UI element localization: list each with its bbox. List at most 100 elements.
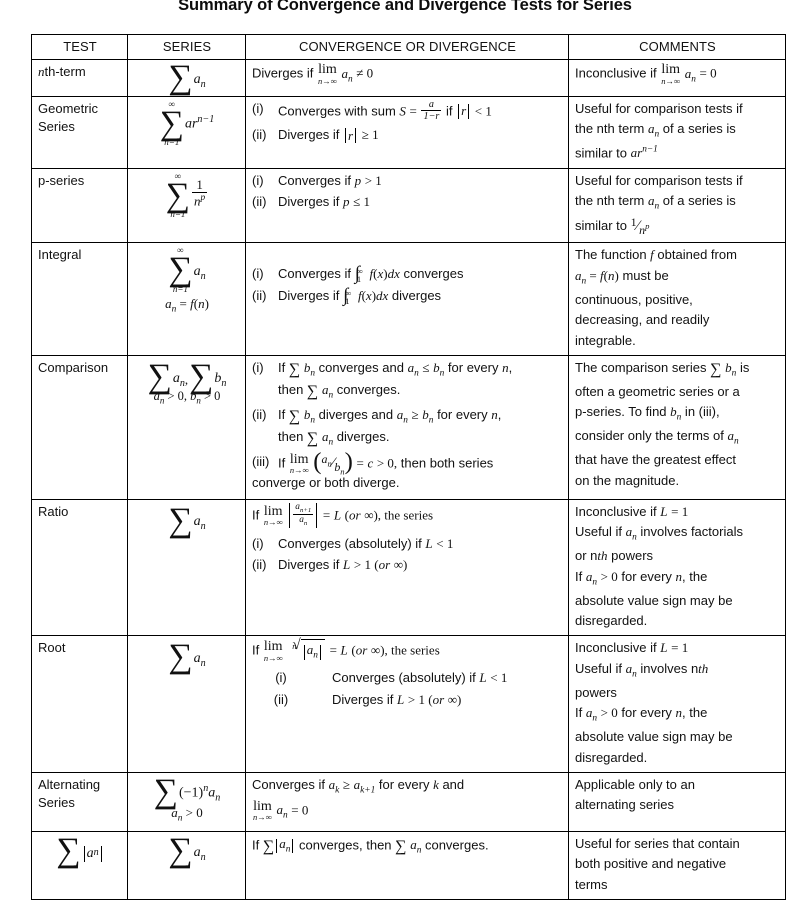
- item-label: (i): [252, 535, 264, 551]
- comments-absolute-convergence: Useful for series that contain both posi…: [568, 831, 786, 900]
- series-term: an: [172, 370, 185, 389]
- item-text: Converges with sum S = a 1−r if r < 1: [278, 98, 492, 123]
- comments-integral: The function f obtained from an = f(n) m…: [568, 242, 786, 357]
- comment-line: consider only the terms of an: [575, 428, 739, 447]
- table-row: p-series ∞ ∑ n=1 1 np (i) Converges if p…: [31, 167, 786, 244]
- sigma-icon: ∞ ∑ n=1: [168, 245, 193, 294]
- table-row: Alternating Series ∑ (−1)nan an > 0 Conv…: [31, 772, 786, 833]
- comment-line: alternating series: [575, 797, 674, 813]
- series-expression-p-series: ∞ ∑ n=1 1 np: [127, 167, 246, 244]
- comment-line: often a geometric series or a: [575, 383, 740, 399]
- test-name-comparison: Comparison: [31, 355, 128, 500]
- test-name-integral: Integral: [31, 242, 128, 357]
- item-label: (ii): [252, 194, 267, 210]
- statement-list: (i) Converges (absolutely) if L < 1 (ii)…: [252, 669, 563, 709]
- comment-line: The comparison series ∑ bn is: [575, 360, 750, 379]
- test-name-p-series: p-series: [31, 167, 128, 244]
- limit-operator: lim n→∞: [253, 798, 272, 823]
- summation-expression: ∞ ∑ n=1 an: [168, 246, 205, 293]
- comment-line: powers: [575, 684, 617, 700]
- sigma-icon: ∞ ∑ n=1: [159, 98, 184, 147]
- comment-line2b: of a series is: [662, 193, 736, 209]
- comment-line: p-series. To find bn in (iii),: [575, 404, 720, 423]
- comment-line: absolute value sign may be: [575, 592, 733, 608]
- summation-expression: ∑ an: [168, 61, 205, 95]
- series-term: bn: [214, 370, 227, 389]
- statement-line: lim n→∞ an = 0: [253, 798, 309, 823]
- comment-line2a: the nth term: [575, 193, 645, 209]
- comment-line: Useful for comparison tests if: [575, 172, 743, 188]
- convergence-p-series: (i) Converges if p > 1 (ii) Diverges if …: [245, 167, 569, 244]
- series-expression-geometric-series: ∞ ∑ n=1 arn−1: [127, 95, 246, 169]
- page-title: Summary of Convergence and Divergence Te…: [178, 0, 632, 14]
- item-text: Converges if p > 1: [278, 172, 382, 188]
- test-name-line2: Series: [38, 795, 75, 811]
- limit-operator: lim n→∞: [318, 62, 337, 86]
- slanted-fraction-1-over-n-p: 1⁄np: [630, 215, 650, 238]
- summation-expression: ∞ ∑ n=1 arn−1: [159, 98, 215, 147]
- convergence-geometric-series: (i) Converges with sum S = a 1−r if r < 1…: [245, 95, 569, 169]
- series-expression-root: ∑ an: [127, 635, 246, 774]
- table-header: TEST SERIES CONVERGENCE OR DIVERGENCE CO…: [31, 33, 786, 61]
- test-name-alternating-series: Alternating Series: [31, 772, 128, 833]
- series-term: an: [193, 844, 206, 863]
- series-expression-alternating-series: ∑ (−1)nan an > 0: [127, 772, 246, 833]
- comment-line: an = f(n) must be: [575, 267, 669, 287]
- table-row: Geometric Series ∞ ∑ n=1 arn−1 (i) Conve…: [31, 95, 786, 169]
- comment-line: continuous, positive,: [575, 291, 693, 307]
- summation-expression: ∑ an , ∑ bn: [147, 358, 227, 396]
- list-item: (iii) If lim n→∞ (an⁄bn) = c > 0, then bo…: [252, 447, 563, 493]
- limit-operator: lim n→∞: [289, 451, 309, 475]
- list-item: (i) Converges if p > 1: [252, 172, 563, 190]
- comment-line: similar to 1⁄np: [575, 215, 780, 238]
- limit-operator: lim n→∞: [263, 503, 283, 528]
- comment-line1a: The function: [575, 247, 647, 263]
- sigma-icon: ∑: [147, 358, 172, 396]
- comment-line3: similar to: [575, 145, 628, 161]
- convergence-integral: (i) Converges if ∫ ∞ 1 f(x)dx converges (i…: [245, 242, 569, 357]
- convergence-comparison: (i) If ∑ bn converges and an ≤ bn for ev…: [245, 355, 569, 500]
- statement-list: (i) If ∑ bn converges and an ≤ bn for ev…: [252, 359, 563, 493]
- sigma-icon: ∞ ∑ n=1: [165, 170, 191, 220]
- comment-line: that have the greatest effect: [575, 452, 736, 468]
- item-label: (ii): [252, 127, 267, 143]
- integral-symbol: ∫ ∞ 1: [343, 285, 352, 307]
- series-term: an: [193, 651, 206, 669]
- series-term: 1 np: [192, 176, 208, 209]
- item-label: (ii): [252, 288, 267, 304]
- statement-list: (i) Converges if p > 1 (ii) Diverges if …: [252, 172, 563, 212]
- item-text: If lim n→∞ (an⁄bn) = c > 0, then both ser…: [252, 447, 494, 491]
- item-text: If ∑ bn converges and an ≤ bn for every …: [278, 360, 513, 401]
- limit-operator: lim n→∞: [263, 639, 283, 663]
- series-expression-comparison: ∑ an , ∑ bn an > 0, bn > 0: [127, 355, 246, 500]
- comment-line: both positive and negative: [575, 856, 727, 872]
- comment-line: integrable.: [575, 332, 636, 348]
- test-name-line1: Alternating: [38, 777, 101, 793]
- summation-expression: ∑ an: [168, 503, 205, 537]
- series-expression-nth-term: ∑ an: [127, 59, 246, 97]
- summation-expression: ∞ ∑ n=1 1 np: [165, 170, 208, 220]
- comment-line: the nth term an of a series is: [575, 121, 736, 140]
- column-header-comments: COMMENTS: [568, 33, 786, 61]
- comment-line: on the magnitude.: [575, 472, 680, 488]
- comment-line: Applicable only to an: [575, 777, 695, 793]
- item-text: Diverges if p ≤ 1: [278, 194, 371, 210]
- statement-line: Diverges if lim n→∞ an ≠ 0: [252, 63, 563, 86]
- test-name-root: Root: [31, 635, 128, 774]
- list-item: (i) Converges (absolutely) if L < 1: [252, 535, 563, 553]
- list-item: (ii) Diverges if p ≤ 1: [252, 193, 563, 211]
- item-text: Diverges if r ≥ 1: [278, 127, 379, 144]
- summation-expression: ∑ an: [168, 833, 206, 867]
- conv-lead-text: Diverges if: [252, 65, 314, 81]
- item-text: Diverges if L > 1 (or ∞): [278, 557, 408, 573]
- statement-line: Converges if ak ≥ ak+1 for every k and: [252, 777, 465, 796]
- test-name-nth-term: nth-term: [31, 59, 128, 97]
- convergence-tests-table: TEST SERIES CONVERGENCE OR DIVERGENCE CO…: [31, 33, 786, 900]
- comment-line: disregarded.: [575, 749, 648, 765]
- comment-line: the nth term an of a series is: [575, 193, 736, 212]
- list-item: (i) Converges (absolutely) if L < 1: [252, 669, 563, 687]
- statement-line: If ∑ an converges, then ∑ an converges.: [252, 836, 489, 856]
- comment-line3: similar to: [575, 218, 628, 234]
- convergence-alternating-series: Converges if ak ≥ ak+1 for every k and l…: [245, 772, 569, 833]
- sigma-icon: ∑: [56, 832, 81, 870]
